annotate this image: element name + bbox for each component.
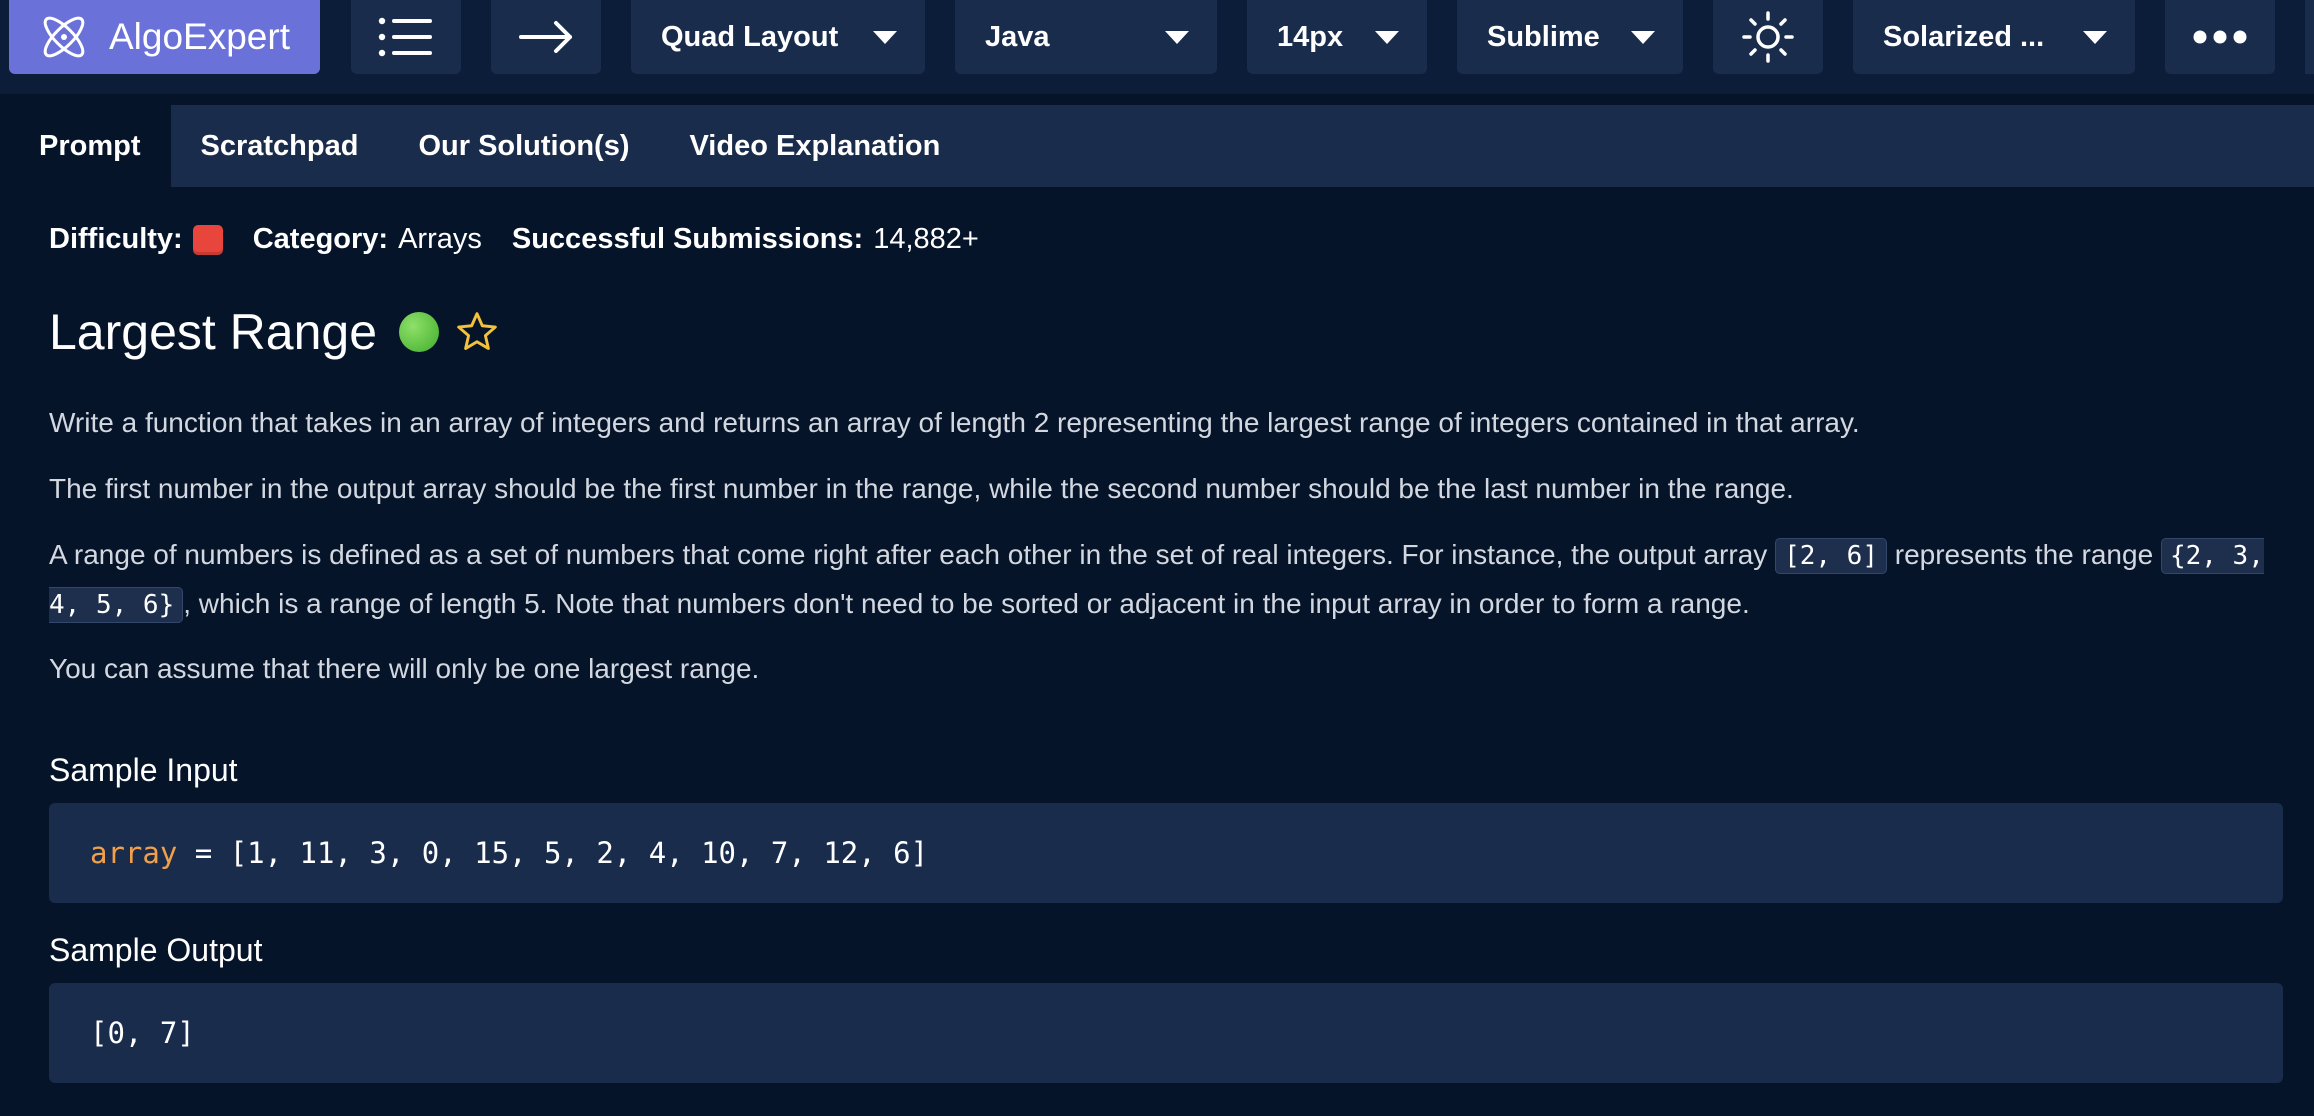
submissions-value: 14,882+: [873, 223, 979, 255]
layout-dropdown[interactable]: Quad Layout: [631, 0, 925, 74]
caret-down-icon: [1631, 30, 1655, 44]
logo-text: AlgoExpert: [109, 16, 290, 57]
inline-code-output-example: [2, 6]: [1775, 538, 1887, 574]
toolbar-overflow-edge: [2305, 0, 2314, 74]
tab-scratchpad[interactable]: Scratchpad: [171, 105, 389, 187]
editor-theme-dropdown[interactable]: Solarized ...: [1853, 0, 2135, 74]
sample-input-variable: array: [90, 836, 178, 870]
category-label: Category:: [252, 223, 389, 255]
caret-down-icon: [1375, 30, 1399, 44]
sun-icon: [1742, 11, 1794, 63]
arrow-right-icon: [519, 21, 572, 53]
sample-input-value: = [1, 11, 3, 0, 15, 5, 2, 4, 10, 7, 12, …: [177, 836, 929, 870]
sample-output-title: Sample Output: [49, 932, 263, 968]
prompt-paragraph-1: Write a function that takes in an array …: [49, 407, 1860, 438]
tab-our-solutions[interactable]: Our Solution(s): [388, 105, 659, 187]
prompt-paragraph-2: The first number in the output array sho…: [49, 473, 1794, 504]
caret-down-icon: [873, 30, 897, 44]
prompt-paragraph-3: A range of numbers is defined as a set o…: [49, 531, 2289, 629]
category: Category: Arrays: [253, 223, 482, 256]
question-title: Largest Range: [49, 304, 378, 360]
prompt-paragraph-3-text-c: , which is a range of length 5. Note tha…: [183, 588, 1750, 619]
top-toolbar: AlgoExpert Quad Layout Java 14px Sublime…: [0, 0, 2314, 94]
list-icon: [378, 17, 432, 57]
sample-input-code: array = [1, 11, 3, 0, 15, 5, 2, 4, 10, 7…: [49, 803, 2283, 903]
submissions: Successful Submissions: 14,882+: [512, 223, 979, 256]
submissions-label: Successful Submissions:: [511, 223, 864, 255]
more-options-button[interactable]: [2165, 0, 2275, 74]
completion-status-icon: [399, 312, 440, 352]
category-value: Arrays: [398, 223, 482, 255]
ellipsis-icon: [2193, 30, 2247, 44]
prompt-paragraph-3-text-b: represents the range: [1886, 539, 2161, 570]
tab-prompt[interactable]: Prompt: [9, 105, 171, 187]
layout-dropdown-label: Quad Layout: [661, 20, 839, 53]
panel-tabs: Prompt Scratchpad Our Solution(s) Video …: [9, 105, 2314, 187]
font-size-dropdown-label: 14px: [1277, 20, 1344, 53]
caret-down-icon: [2083, 30, 2107, 44]
difficulty-badge: [192, 224, 223, 255]
difficulty-label: Difficulty:: [49, 223, 183, 255]
keymap-dropdown-label: Sublime: [1487, 20, 1600, 53]
keymap-dropdown[interactable]: Sublime: [1457, 0, 1683, 74]
language-dropdown-label: Java: [985, 20, 1050, 53]
tab-video-explanation[interactable]: Video Explanation: [659, 105, 970, 187]
sample-output-code: [0, 7]: [49, 983, 2283, 1083]
prompt-panel: Prompt Scratchpad Our Solution(s) Video …: [9, 105, 2314, 1116]
algoexpert-logo-icon: [43, 16, 85, 58]
next-question-button[interactable]: [491, 0, 601, 74]
star-icon[interactable]: [455, 310, 499, 354]
language-dropdown[interactable]: Java: [955, 0, 1217, 74]
sample-output-value: [0, 7]: [90, 1016, 195, 1050]
question-title-row: Largest Range: [49, 303, 499, 361]
caret-down-icon: [1165, 30, 1189, 44]
sample-input-title: Sample Input: [49, 752, 238, 788]
prompt-paragraph-3-text-a: A range of numbers is defined as a set o…: [49, 539, 1776, 570]
theme-toggle-button[interactable]: [1713, 0, 1823, 74]
algoexpert-logo[interactable]: AlgoExpert: [9, 0, 320, 74]
question-meta: Difficulty: Category: Arrays Successful …: [49, 223, 1009, 256]
prompt-paragraph-4: You can assume that there will only be o…: [49, 653, 760, 684]
font-size-dropdown[interactable]: 14px: [1247, 0, 1427, 74]
menu-button[interactable]: [351, 0, 461, 74]
difficulty: Difficulty:: [49, 223, 223, 256]
editor-theme-dropdown-label: Solarized ...: [1883, 20, 2045, 53]
